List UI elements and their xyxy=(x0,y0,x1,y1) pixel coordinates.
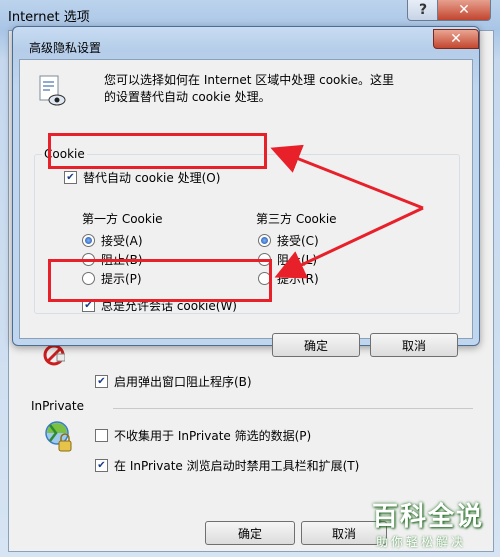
watermark: 百科全说 助你轻松解决 xyxy=(372,496,484,550)
watermark-sub: 助你轻松解决 xyxy=(376,535,467,549)
arrow-to-session xyxy=(274,206,424,279)
annotation-arrows xyxy=(270,144,424,279)
arrow-to-override xyxy=(270,144,424,210)
watermark-main: 百科全说 xyxy=(372,502,485,532)
